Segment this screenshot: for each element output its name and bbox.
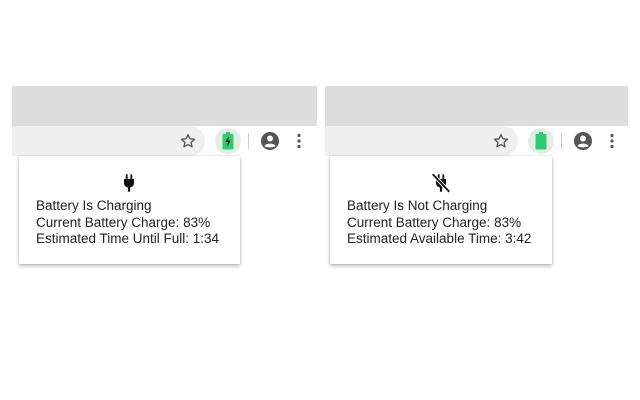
tab-strip <box>325 86 628 126</box>
plug-icon <box>123 174 135 192</box>
battery-extension-button[interactable] <box>528 128 554 154</box>
star-icon[interactable] <box>492 132 510 150</box>
kebab-menu-icon[interactable] <box>607 132 617 150</box>
battery-extension-button[interactable] <box>215 128 241 154</box>
battery-charge-text: Current Battery Charge: 83% <box>347 214 522 230</box>
popup-text: Battery Is Not Charging Current Battery … <box>347 198 531 248</box>
time-estimate-text: Estimated Available Time: 3:42 <box>347 231 532 246</box>
popup-text: Battery Is Charging Current Battery Char… <box>36 198 219 248</box>
account-circle-icon[interactable] <box>573 131 593 151</box>
address-bar[interactable] <box>325 126 518 156</box>
tab-strip <box>12 86 317 126</box>
battery-charging-icon <box>222 132 234 150</box>
browser-window-not-charging <box>325 86 628 156</box>
stage: Battery Is Charging Current Battery Char… <box>0 0 640 400</box>
toolbar <box>12 126 317 156</box>
charging-status-text: Battery Is Charging <box>36 198 152 213</box>
toolbar-separator <box>561 133 562 149</box>
battery-popup-charging: Battery Is Charging Current Battery Char… <box>19 156 240 264</box>
toolbar-separator <box>248 133 249 149</box>
time-estimate-text: Estimated Time Until Full: 1:34 <box>36 231 220 246</box>
account-circle-icon[interactable] <box>260 131 280 151</box>
browser-window-charging <box>12 86 317 156</box>
toolbar <box>325 126 628 156</box>
battery-charge-text: Current Battery Charge: 83% <box>36 214 211 230</box>
star-icon[interactable] <box>179 132 197 150</box>
charging-status-text: Battery Is Not Charging <box>347 198 488 213</box>
battery-popup-not-charging: Battery Is Not Charging Current Battery … <box>330 156 552 264</box>
address-bar[interactable] <box>12 126 205 156</box>
battery-icon <box>535 132 547 150</box>
plug-off-icon <box>431 173 451 193</box>
kebab-menu-icon[interactable] <box>294 132 304 150</box>
